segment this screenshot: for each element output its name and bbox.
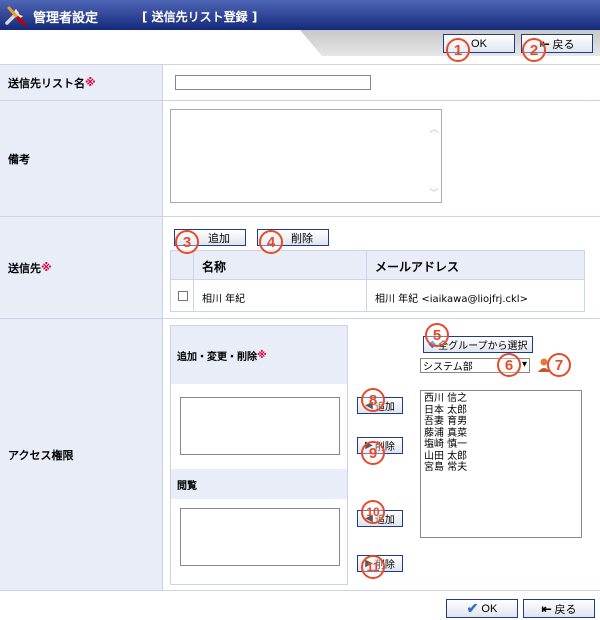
edit-delete-button[interactable]: ▶ 削除 bbox=[357, 437, 403, 454]
row-checkbox[interactable] bbox=[178, 291, 188, 301]
access-label: アクセス権限 bbox=[0, 319, 163, 590]
destinations-label: 送信先 ※ bbox=[0, 217, 163, 318]
arrow-left-icon: ◀ bbox=[365, 400, 373, 411]
edit-add-button[interactable]: ◀ 追加 bbox=[357, 397, 403, 414]
member-item[interactable]: 山田 太郎 bbox=[424, 451, 578, 463]
scroll-up-icon[interactable]: ︿ bbox=[429, 122, 439, 135]
ok-button-bottom[interactable]: ✔ OK bbox=[446, 599, 518, 618]
column-name: 名称 bbox=[202, 260, 227, 274]
back-button-bottom[interactable]: ⇤ 戻る bbox=[523, 599, 595, 618]
table-header: 名称 メールアドレス bbox=[171, 251, 584, 279]
remarks-row: 備考 ︿ ﹀ bbox=[0, 101, 600, 216]
list-name-row: 送信先リスト名 ※ bbox=[0, 65, 600, 100]
member-item[interactable]: 西川 信之 bbox=[424, 393, 578, 405]
user-search-icon[interactable] bbox=[537, 357, 551, 373]
member-list[interactable]: 西川 信之 日本 太郎 吾妻 育男 藤浦 真菜 塩崎 慎一 山田 太郎 宮島 常… bbox=[420, 390, 582, 538]
view-permission-box[interactable] bbox=[180, 508, 340, 566]
back-arrow-icon: ⇤ bbox=[539, 36, 550, 51]
title-bar: 管理者設定 [ 送信先リスト登録 ] bbox=[0, 0, 600, 30]
destinations-table: 名称 メールアドレス 相川 年紀 相川 年紀 <iaikawa@liojfrj.… bbox=[170, 250, 585, 312]
chevron-down-icon: ▾ bbox=[521, 359, 527, 370]
view-permission-label: 閲覧 bbox=[171, 469, 347, 499]
list-name-input[interactable] bbox=[175, 75, 371, 90]
remarks-label: 備考 bbox=[0, 101, 163, 216]
page-subtitle: [ 送信先リスト登録 ] bbox=[142, 10, 258, 24]
page-title: 管理者設定 bbox=[33, 11, 99, 26]
arrow-left-icon: ◀ bbox=[365, 513, 373, 524]
scroll-down-icon[interactable]: ﹀ bbox=[429, 186, 439, 199]
delete-destination-button[interactable]: 削除 bbox=[257, 229, 329, 246]
ok-button-top[interactable]: OK bbox=[443, 34, 515, 53]
group-select[interactable]: システム部 ▾ bbox=[420, 358, 530, 373]
select-from-all-groups-button[interactable]: ◆ 全グループから選択 bbox=[423, 336, 533, 353]
column-email: メールアドレス bbox=[375, 260, 460, 274]
view-add-button[interactable]: ◀ 追加 bbox=[357, 510, 403, 527]
member-item[interactable]: 宮島 常夫 bbox=[424, 462, 578, 474]
member-item[interactable]: 藤浦 真菜 bbox=[424, 428, 578, 440]
member-item[interactable]: 塩崎 慎一 bbox=[424, 439, 578, 451]
view-delete-button[interactable]: ▶ 削除 bbox=[357, 555, 403, 572]
destinations-row: 送信先 ※ 追加 削除 名称 メールアドレス 相川 年紀 相川 年紀 <iaika… bbox=[0, 217, 600, 318]
edit-permission-label: 追加・変更・削除 ※ bbox=[171, 326, 347, 384]
member-item[interactable]: 吾妻 育男 bbox=[424, 416, 578, 428]
back-button-top[interactable]: ⇤ 戻る bbox=[521, 34, 593, 53]
add-destination-button[interactable]: 追加 bbox=[174, 229, 246, 246]
access-panel: 追加・変更・削除 ※ 閲覧 bbox=[170, 325, 348, 585]
back-arrow-icon: ⇤ bbox=[541, 601, 552, 616]
row-divider bbox=[0, 590, 600, 591]
tools-icon bbox=[5, 6, 26, 26]
arrow-right-icon: ▶ bbox=[365, 558, 373, 569]
edit-permission-box[interactable] bbox=[180, 397, 340, 455]
arrow-right-icon: ▶ bbox=[365, 440, 373, 451]
member-item[interactable]: 日本 太郎 bbox=[424, 405, 578, 417]
list-name-label: 送信先リスト名 ※ bbox=[0, 65, 163, 100]
access-row: アクセス権限 追加・変更・削除 ※ 閲覧 ◀ 追加 ▶ 削除 ◀ 追加 ▶ 削除 ◆ 全グル… bbox=[0, 319, 600, 590]
remarks-textarea[interactable]: ︿ ﹀ bbox=[170, 109, 442, 203]
group-icon: ◆ bbox=[428, 339, 437, 350]
check-icon: ✔ bbox=[466, 600, 479, 616]
row-name: 相川 年紀 bbox=[202, 294, 246, 305]
row-email: 相川 年紀 <iaikawa@liojfrj.ckl> bbox=[375, 294, 528, 305]
